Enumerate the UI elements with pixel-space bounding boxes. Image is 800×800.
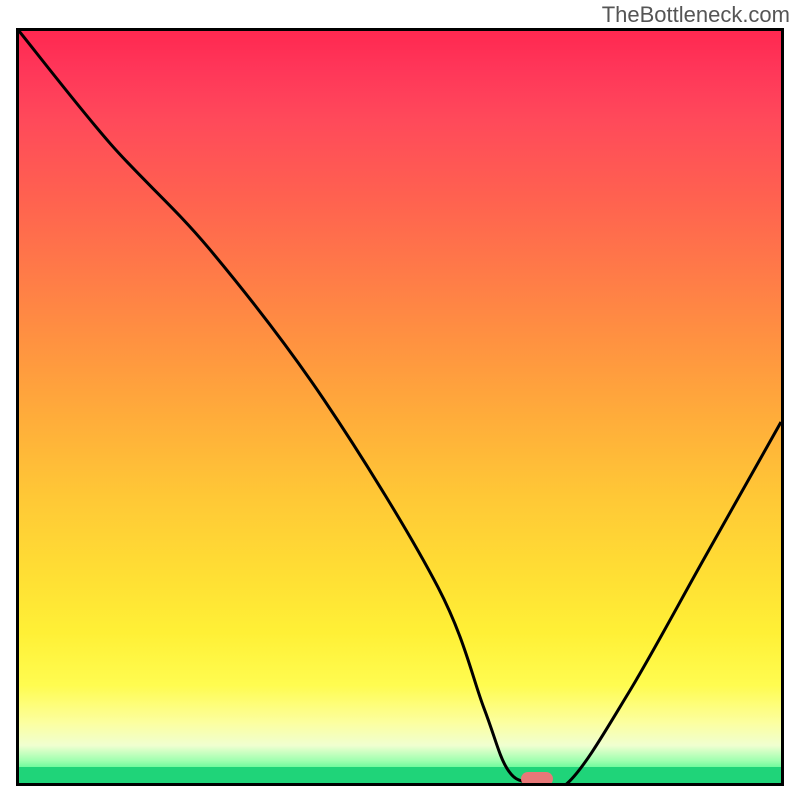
watermark-text: TheBottleneck.com	[602, 2, 790, 28]
curve-line	[19, 31, 781, 783]
optimal-point-marker	[521, 772, 553, 786]
chart-plot-area	[16, 28, 784, 786]
